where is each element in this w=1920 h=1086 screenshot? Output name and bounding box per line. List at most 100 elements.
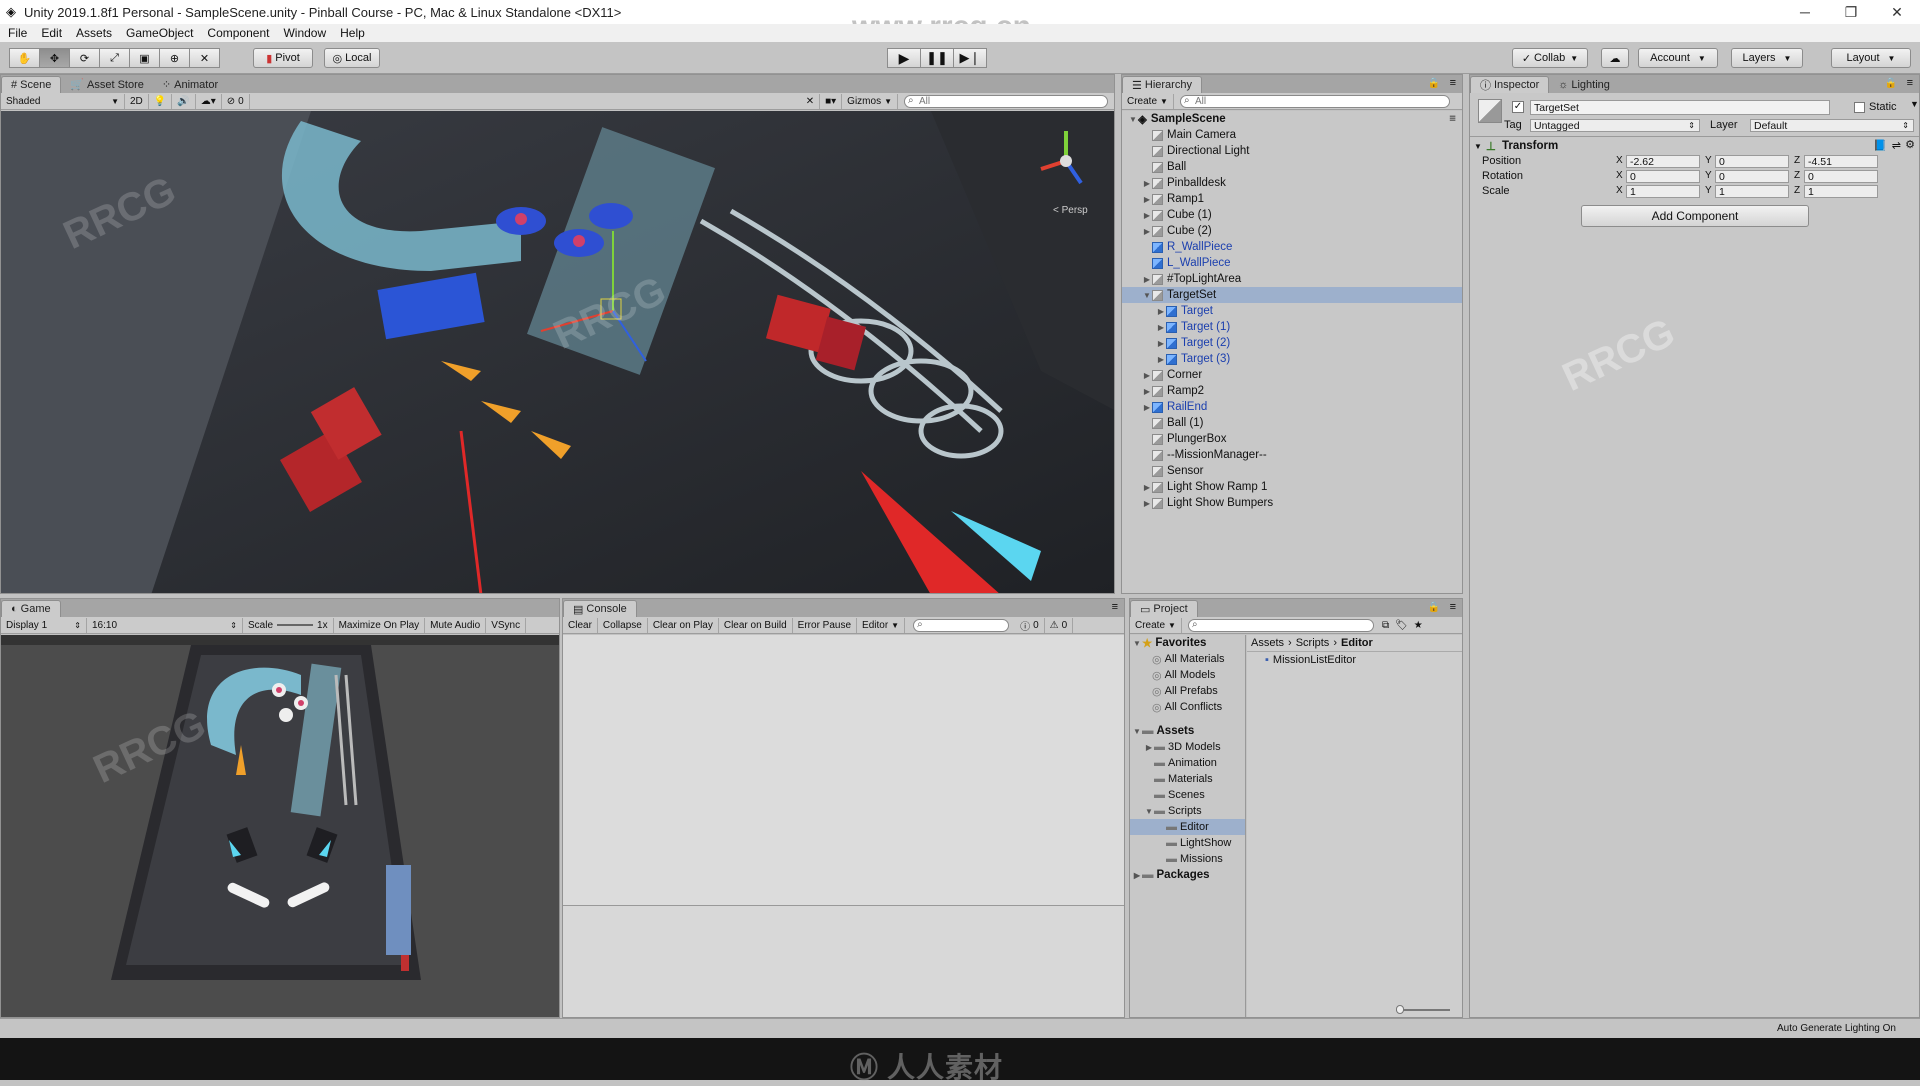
static-dropdown-icon[interactable]: ▼ — [1910, 99, 1919, 109]
tab-lighting[interactable]: ☼ Lighting — [1549, 76, 1619, 93]
collapse-arrow-icon[interactable]: ▶ — [1142, 403, 1152, 412]
transform-z-field[interactable]: 1 — [1804, 185, 1878, 198]
collapse-arrow-icon[interactable]: ▶ — [1142, 179, 1152, 188]
hand-tool-icon[interactable]: ✋ — [9, 48, 40, 68]
custom-tool-icon[interactable]: ✕ — [189, 48, 220, 68]
static-checkbox[interactable] — [1854, 102, 1865, 113]
play-button[interactable]: ▶ — [887, 48, 921, 68]
file-item[interactable]: ▪ MissionListEditor — [1247, 652, 1462, 668]
maximize-on-play-toggle[interactable]: Maximize On Play — [334, 617, 426, 633]
transform-x-field[interactable]: 0 — [1626, 170, 1700, 183]
hierarchy-item[interactable]: ▶ Ramp2 — [1122, 383, 1462, 399]
asset-folder-item[interactable]: ▬ Editor — [1130, 819, 1245, 835]
hierarchy-search-input[interactable]: All — [1179, 94, 1450, 108]
tab-hierarchy[interactable]: ☰ Hierarchy — [1122, 76, 1202, 93]
favorite-item[interactable]: ◎ All Conflicts — [1130, 699, 1245, 715]
object-name-field[interactable]: TargetSet — [1530, 100, 1830, 115]
axis-label[interactable]: Z — [1794, 185, 1800, 196]
scale-tool-icon[interactable]: ⤢ — [99, 48, 130, 68]
collapse-arrow-icon[interactable]: ▶ — [1156, 355, 1166, 364]
axis-label[interactable]: Z — [1794, 170, 1800, 181]
account-dropdown[interactable]: Account ▼ — [1638, 48, 1718, 68]
collapse-arrow-icon[interactable]: ▶ — [1142, 371, 1152, 380]
hierarchy-item[interactable]: ▶ Target (3) — [1122, 351, 1462, 367]
collapse-arrow-icon[interactable]: ▶ — [1142, 211, 1152, 220]
collapse-arrow-icon[interactable]: ▶ — [1156, 339, 1166, 348]
asset-folder-item[interactable]: ▬ LightShow — [1130, 835, 1245, 851]
panel-menu-icon[interactable]: ≡ — [1450, 601, 1456, 613]
hierarchy-item[interactable]: ▶ #TopLightArea — [1122, 271, 1462, 287]
minimize-button[interactable]: ─ — [1782, 4, 1828, 21]
aspect-dropdown[interactable]: 16:10 ⇕ — [87, 617, 243, 633]
transform-z-field[interactable]: 0 — [1804, 170, 1878, 183]
menu-help[interactable]: Help — [340, 26, 365, 40]
move-tool-icon[interactable]: ✥ — [39, 48, 70, 68]
collapse-arrow-icon[interactable]: ▶ — [1144, 743, 1154, 752]
lock-icon[interactable]: 🔒 — [1885, 78, 1897, 89]
transform-z-field[interactable]: -4.51 — [1804, 155, 1878, 168]
warning-count-toggle[interactable]: ⚠ 0 — [1045, 617, 1074, 633]
expand-arrow-icon[interactable]: ▼ — [1142, 291, 1152, 300]
expand-arrow-icon[interactable]: ▼ — [1128, 115, 1138, 124]
lock-icon[interactable]: 🔒 — [1428, 78, 1440, 89]
expand-arrow-icon[interactable]: ▼ — [1144, 807, 1154, 816]
layers-dropdown[interactable]: Layers ▼ — [1731, 48, 1803, 68]
collapse-arrow-icon[interactable]: ▼ — [1474, 142, 1482, 151]
panel-menu-icon[interactable]: ≡ — [1450, 77, 1456, 89]
scene-root[interactable]: ▼ ◈ SampleScene ≡ — [1122, 111, 1462, 127]
asset-folder-item[interactable]: ▬ Animation — [1130, 755, 1245, 771]
transform-x-field[interactable]: 1 — [1626, 185, 1700, 198]
collapse-arrow-icon[interactable]: ▶ — [1142, 499, 1152, 508]
collapse-arrow-icon[interactable]: ▶ — [1142, 227, 1152, 236]
rotate-tool-icon[interactable]: ⟳ — [69, 48, 100, 68]
collab-dropdown[interactable]: ✓ Collab ▼ — [1512, 48, 1588, 68]
menu-gameobject[interactable]: GameObject — [126, 26, 193, 40]
transform-tool-icon[interactable]: ⊕ — [159, 48, 190, 68]
asset-folder-item[interactable]: ▶ ▬ 3D Models — [1130, 739, 1245, 755]
project-create-dropdown[interactable]: Create ▼ — [1130, 617, 1182, 633]
scene-search-input[interactable]: All — [904, 94, 1108, 108]
hierarchy-item[interactable]: ▶ Cube (1) — [1122, 207, 1462, 223]
clear-on-build-toggle[interactable]: Clear on Build — [719, 617, 793, 633]
hierarchy-item[interactable]: ▶ Light Show Bumpers — [1122, 495, 1462, 511]
transform-row-label[interactable]: Position — [1482, 155, 1521, 167]
game-viewport[interactable]: RRCG — [1, 635, 559, 1017]
collapse-arrow-icon[interactable]: ▶ — [1156, 307, 1166, 316]
axis-label[interactable]: Z — [1794, 155, 1800, 166]
collapse-arrow-icon[interactable]: ▶ — [1142, 483, 1152, 492]
transform-y-field[interactable]: 0 — [1715, 170, 1789, 183]
scene-menu-icon[interactable]: ≡ — [1449, 113, 1456, 125]
tab-project[interactable]: ▭ Project — [1130, 600, 1198, 617]
console-log-area[interactable] — [563, 635, 1124, 905]
vsync-toggle[interactable]: VSync — [486, 617, 527, 633]
hierarchy-item[interactable]: ▶ RailEnd — [1122, 399, 1462, 415]
breadcrumb-scripts[interactable]: Scripts — [1296, 637, 1330, 649]
asset-folder-item[interactable]: ▬ Materials — [1130, 771, 1245, 787]
scale-slider[interactable]: Scale 1x — [243, 617, 334, 633]
audio-toggle-icon[interactable]: 🔊 — [172, 93, 196, 109]
packages-header[interactable]: ▶ ▬ Packages — [1130, 867, 1245, 883]
menu-window[interactable]: Window — [283, 26, 326, 40]
collapse-arrow-icon[interactable]: ▶ — [1142, 275, 1152, 284]
breadcrumb-assets[interactable]: Assets — [1251, 637, 1284, 649]
hierarchy-item[interactable]: ▶ Light Show Ramp 1 — [1122, 479, 1462, 495]
menu-assets[interactable]: Assets — [76, 26, 112, 40]
cloud-button[interactable]: ☁ — [1601, 48, 1629, 68]
mute-audio-toggle[interactable]: Mute Audio — [425, 617, 487, 633]
assets-header[interactable]: ▼ ▬ Assets — [1130, 723, 1245, 739]
filter-label-icon[interactable]: 🏷 — [1395, 620, 1408, 631]
tag-dropdown[interactable]: Untagged ⇕ — [1530, 119, 1700, 132]
filter-type-icon[interactable]: ⧉ — [1382, 620, 1389, 631]
transform-y-field[interactable]: 1 — [1715, 185, 1789, 198]
hierarchy-item[interactable]: Directional Light — [1122, 143, 1462, 159]
transform-header[interactable]: ▼ ⊥ Transform — [1474, 139, 1558, 153]
axis-label[interactable]: Y — [1705, 170, 1712, 181]
hierarchy-item[interactable]: ▶ Target (2) — [1122, 335, 1462, 351]
hidden-count[interactable]: ⊘ 0 — [222, 93, 250, 109]
console-collapse-toggle[interactable]: Collapse — [598, 617, 648, 633]
pivot-toggle[interactable]: ▮ Pivot — [253, 48, 313, 68]
tab-console[interactable]: ▤ Console — [563, 600, 637, 617]
hierarchy-item[interactable]: Ball — [1122, 159, 1462, 175]
tab-asset-store[interactable]: 🛒 Asset Store — [61, 76, 153, 93]
tab-game[interactable]: ◐ Game — [1, 600, 61, 617]
